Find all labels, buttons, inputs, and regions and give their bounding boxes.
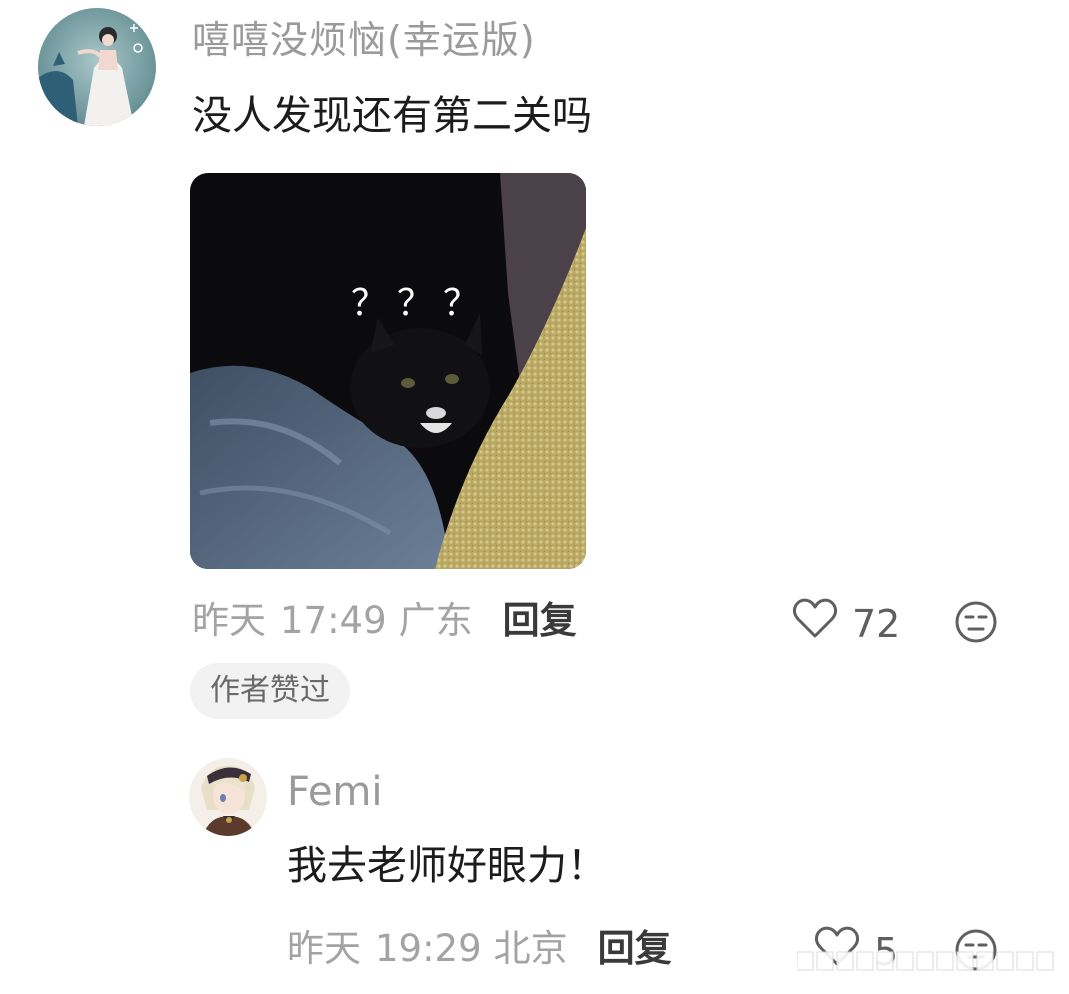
comment-image[interactable]: ？？？ (190, 173, 586, 569)
comment-location: 广东 (398, 599, 473, 642)
comment-time: 17:49 (280, 599, 387, 642)
like-button[interactable]: 72 (792, 597, 900, 650)
comment-text: 没人发现还有第二关吗 (192, 93, 592, 139)
image-overlay-text: ？？？ (351, 283, 489, 324)
username[interactable]: 嘻嘻没烦恼(幸运版) (192, 14, 536, 66)
reply-time: 19:29 (375, 927, 482, 970)
like-count: 72 (852, 601, 901, 646)
reply-date: 昨天 (287, 927, 361, 970)
reply-comment-text: 我去老师好眼力！ (287, 843, 607, 889)
comment-date: 昨天 (192, 599, 266, 642)
reply-location: 北京 (493, 927, 568, 970)
reply-reply-button[interactable]: 回复 (598, 925, 672, 973)
comment-thread: 嘻嘻没烦恼(幸运版) 没人发现还有第二关吗 ？？？ 昨天 17:49 广东 回复… (0, 0, 1069, 994)
author-liked-badge: 作者赞过 (190, 663, 350, 719)
neutral-face-icon[interactable] (954, 600, 998, 648)
reply-button[interactable]: 回复 (503, 597, 577, 645)
watermark (796, 946, 1057, 976)
reply-user-avatar[interactable] (189, 758, 267, 836)
reply-meta: 昨天 19:29 北京 回复 (287, 925, 672, 973)
reply-username[interactable]: Femi (287, 766, 383, 818)
user-avatar[interactable] (38, 8, 156, 126)
comment-meta: 昨天 17:49 广东 回复 (192, 597, 577, 645)
heart-outline-icon (792, 597, 838, 650)
